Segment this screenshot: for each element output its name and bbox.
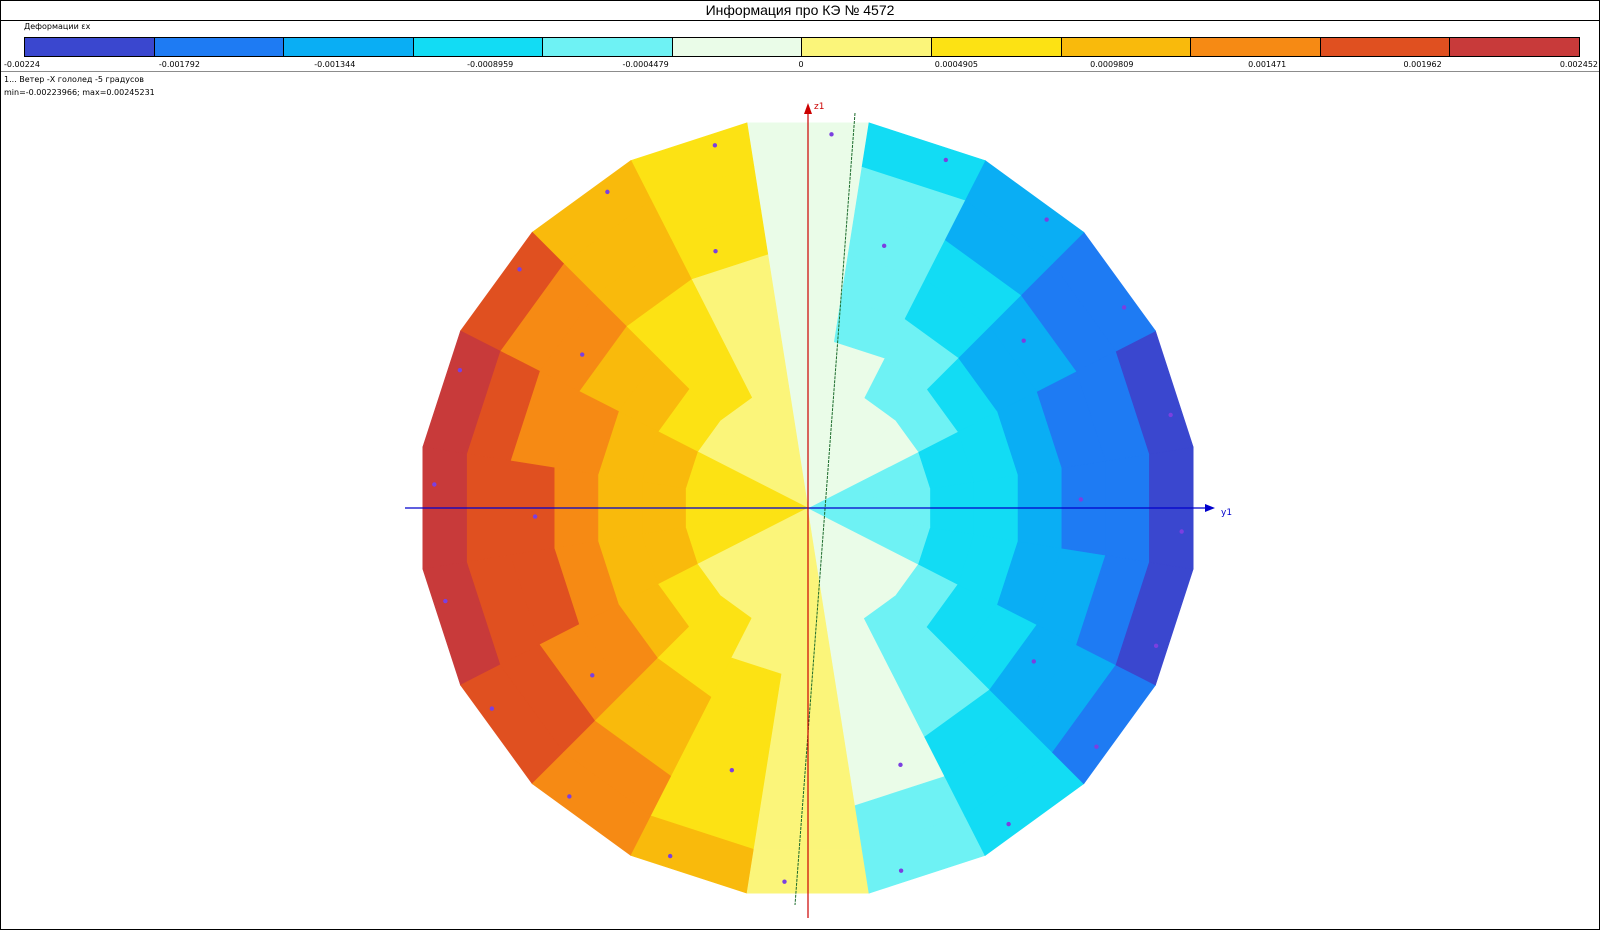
y1-axis-arrow xyxy=(1205,504,1215,512)
stress-point xyxy=(713,248,718,254)
stress-point xyxy=(517,267,522,272)
stress-point xyxy=(443,598,448,604)
stress-point xyxy=(605,189,610,195)
stress-point xyxy=(1153,643,1159,649)
stress-point xyxy=(1031,659,1036,664)
stress-point xyxy=(1021,338,1026,343)
y1-axis-label: y1 xyxy=(1221,508,1232,518)
stress-point xyxy=(1078,497,1084,502)
stress-point xyxy=(1006,821,1011,827)
stress-point xyxy=(590,673,595,678)
stress-point xyxy=(457,367,463,373)
stress-point xyxy=(432,482,437,487)
stress-point xyxy=(1094,744,1099,749)
stress-point xyxy=(1044,217,1049,222)
stress-point xyxy=(782,879,787,884)
z1-axis-arrow xyxy=(804,103,812,114)
stress-point xyxy=(1121,305,1127,310)
stress-point xyxy=(532,514,538,519)
stress-point xyxy=(881,243,887,249)
stress-point xyxy=(1179,529,1184,534)
stress-point xyxy=(667,853,673,859)
section-contour-plot[interactable]: y1 z1 xyxy=(0,0,1600,930)
stress-point xyxy=(943,157,949,163)
z1-axis-label: z1 xyxy=(814,102,824,112)
stress-point xyxy=(729,767,735,773)
stress-point xyxy=(898,868,904,873)
stress-point xyxy=(567,794,572,799)
stress-point xyxy=(1168,412,1173,418)
stress-point xyxy=(489,706,495,711)
stress-point xyxy=(898,762,903,768)
stress-point xyxy=(580,352,585,357)
stress-point xyxy=(712,143,718,148)
stress-point xyxy=(829,132,834,137)
